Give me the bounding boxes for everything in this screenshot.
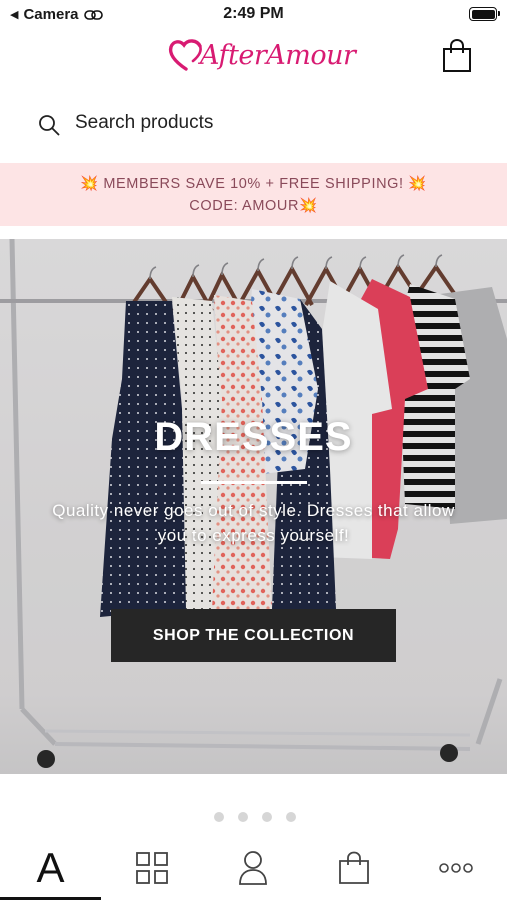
header: AfterAmour: [0, 28, 507, 84]
home-logo-icon: A: [36, 844, 65, 891]
tab-home[interactable]: A: [0, 836, 101, 900]
promo-line-1: 💥 MEMBERS SAVE 10% + FREE SHIPPING! 💥: [80, 176, 427, 192]
battery-icon: [469, 7, 500, 21]
tab-more[interactable]: [404, 836, 507, 900]
tab-cart[interactable]: [303, 836, 404, 900]
carousel-dot[interactable]: [213, 812, 224, 822]
more-icon: [438, 863, 473, 873]
promo-banner[interactable]: 💥 MEMBERS SAVE 10% + FREE SHIPPING! 💥 CO…: [0, 163, 507, 226]
hero-divider: [201, 481, 307, 484]
search-bar: [0, 98, 507, 150]
carousel-indicator: [0, 812, 507, 822]
search-input[interactable]: [75, 108, 455, 138]
carousel-dot[interactable]: [285, 812, 296, 822]
tab-account[interactable]: [202, 836, 303, 900]
logo-text: AfterAmour: [200, 39, 356, 71]
carousel-dot[interactable]: [237, 812, 248, 822]
shopping-bag-icon: [443, 38, 471, 72]
status-bar: ◀ Camera 2:49 PM: [0, 0, 507, 30]
tab-categories[interactable]: [101, 836, 202, 900]
bottom-tab-bar: A: [0, 836, 507, 900]
bag-icon: [338, 851, 369, 884]
carousel-dot[interactable]: [261, 812, 272, 822]
cart-button[interactable]: [441, 38, 473, 74]
hero-subtitle: Quality never goes out of style. Dresses…: [52, 501, 455, 545]
shop-collection-button[interactable]: SHOP THE COLLECTION: [111, 609, 396, 662]
promo-line-2: CODE: AMOUR💥: [189, 198, 318, 214]
status-time: 2:49 PM: [223, 5, 284, 22]
brand-logo[interactable]: AfterAmour: [166, 32, 356, 78]
hero-banner[interactable]: DRESSES Quality never goes out of style.…: [0, 239, 507, 774]
hero-title: DRESSES: [154, 415, 353, 459]
search-icon: [39, 115, 60, 136]
grid-icon: [135, 852, 168, 884]
user-icon: [238, 851, 267, 885]
